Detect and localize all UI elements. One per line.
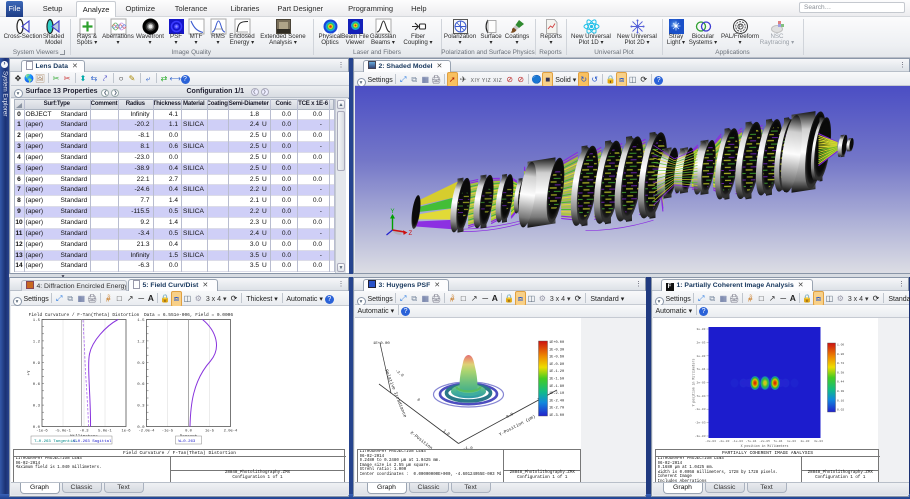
- svg-text:2e-03: 2e-03: [696, 341, 705, 344]
- svg-text:1E-0.90: 1E-0.90: [549, 363, 564, 367]
- svg-text:-2.0e-4: -2.0e-4: [138, 430, 155, 434]
- svg-text:0.9: 0.9: [137, 362, 145, 366]
- svg-text:-2e-03: -2e-03: [694, 422, 705, 425]
- svg-text:-3e-03: -3e-03: [705, 440, 716, 443]
- svg-text:0.30: 0.30: [837, 390, 844, 393]
- svg-text:0.9: 0.9: [32, 362, 40, 366]
- svg-text:Field Curvature / F-Tan(Theta): Field Curvature / F-Tan(Theta) Distortio…: [28, 312, 139, 318]
- svg-text:1.5: 1.5: [137, 319, 145, 323]
- svg-text:7e-04: 7e-04: [696, 368, 705, 371]
- svg-text:-0.3: -0.3: [79, 430, 89, 434]
- svg-text:1.2: 1.2: [32, 340, 40, 344]
- svg-text:1.00: 1.00: [837, 344, 844, 347]
- svg-text:1.2: 1.2: [137, 340, 145, 344]
- svg-text:0.44: 0.44: [837, 381, 844, 384]
- svg-text:0.3: 0.3: [32, 405, 40, 409]
- svg-text:0.16: 0.16: [837, 399, 844, 402]
- svg-text:1E-1.50: 1E-1.50: [549, 378, 564, 382]
- svg-text:0.58: 0.58: [837, 371, 844, 374]
- svg-text:1E-0.30: 1E-0.30: [549, 348, 564, 352]
- svg-text:5.0e-1: 5.0e-1: [98, 430, 112, 434]
- svg-text:-1e-03: -1e-03: [694, 408, 705, 411]
- svg-text:0.72: 0.72: [837, 362, 844, 365]
- svg-text:-1e-03: -1e-03: [732, 440, 743, 443]
- svg-text:Y position in Millimeters: Y position in Millimeters: [691, 359, 695, 407]
- svg-text:+Y: +Y: [28, 370, 32, 376]
- svg-text:0.0: 0.0: [185, 430, 193, 434]
- svg-text:7e-04: 7e-04: [773, 440, 782, 443]
- svg-text:0: 0: [415, 398, 420, 403]
- svg-text:-7e-04: -7e-04: [745, 440, 756, 443]
- svg-text:1E-2.10: 1E-2.10: [549, 392, 564, 396]
- svg-text:1e-03: 1e-03: [786, 440, 795, 443]
- svg-text:0.02: 0.02: [837, 409, 844, 412]
- svg-text:Relative Irradiance: Relative Irradiance: [383, 369, 408, 419]
- svg-text:W—0.263: W—0.263: [178, 440, 195, 444]
- svg-text:-2e-03: -2e-03: [718, 440, 729, 443]
- svg-text:Z: Z: [408, 231, 412, 237]
- svg-text:1E-1.20: 1E-1.20: [549, 370, 564, 374]
- svg-text:1E-3.00: 1E-3.00: [549, 414, 564, 418]
- svg-text:Y-Position (µm): Y-Position (µm): [498, 413, 537, 437]
- svg-text:1e-03: 1e-03: [696, 355, 705, 358]
- svg-text:2e-03: 2e-03: [800, 440, 809, 443]
- svg-text:Data = 6.551e-006, Field = 0.0: Data = 6.551e-006, Field = 0.0006: [143, 312, 232, 318]
- svg-text:1e-5: 1e-5: [204, 430, 214, 434]
- svg-text:1e-6: 1e-6: [121, 430, 131, 434]
- svg-text:0.6: 0.6: [32, 383, 40, 387]
- svg-text:X position in Millimeters: X position in Millimeters: [740, 444, 788, 448]
- svg-text:0.6: 0.6: [137, 383, 145, 387]
- svg-text:0.86: 0.86: [837, 353, 844, 356]
- svg-text:P: P: [738, 25, 742, 31]
- svg-text:Y: Y: [390, 209, 394, 215]
- svg-text:-1e-6: -1e-6: [36, 430, 48, 434]
- svg-text:1E-2.40: 1E-2.40: [549, 399, 564, 403]
- svg-text:1E-0.60: 1E-0.60: [549, 356, 564, 360]
- svg-text:-3e-03: -3e-03: [694, 435, 705, 438]
- svg-text:1.5: 1.5: [32, 319, 40, 323]
- svg-text:-2e-05: -2e-05: [759, 440, 770, 443]
- svg-text:-7e-04: -7e-04: [694, 395, 705, 398]
- svg-text:1E-2.70: 1E-2.70: [549, 407, 564, 411]
- svg-text:-2.0: -2.0: [393, 369, 404, 378]
- svg-text:3e-03: 3e-03: [813, 440, 822, 443]
- svg-text:1E+0.00: 1E+0.00: [373, 342, 390, 346]
- svg-text:1E-1.80: 1E-1.80: [549, 385, 564, 389]
- svg-text:T—0.263 Tangential: T—0.263 Tangential: [34, 439, 78, 444]
- svg-text:2e-05: 2e-05: [696, 382, 705, 385]
- svg-text:-1e-5: -1e-5: [161, 430, 173, 434]
- svg-text:-5.0e-1: -5.0e-1: [55, 430, 72, 434]
- svg-text:S—0.263 Sagittal: S—0.263 Sagittal: [73, 439, 112, 444]
- svg-text:2.0e-4: 2.0e-4: [223, 430, 237, 434]
- svg-text:3e-03: 3e-03: [696, 328, 705, 331]
- svg-text:1E+0.00: 1E+0.00: [549, 341, 564, 345]
- svg-text:0.3: 0.3: [137, 405, 145, 409]
